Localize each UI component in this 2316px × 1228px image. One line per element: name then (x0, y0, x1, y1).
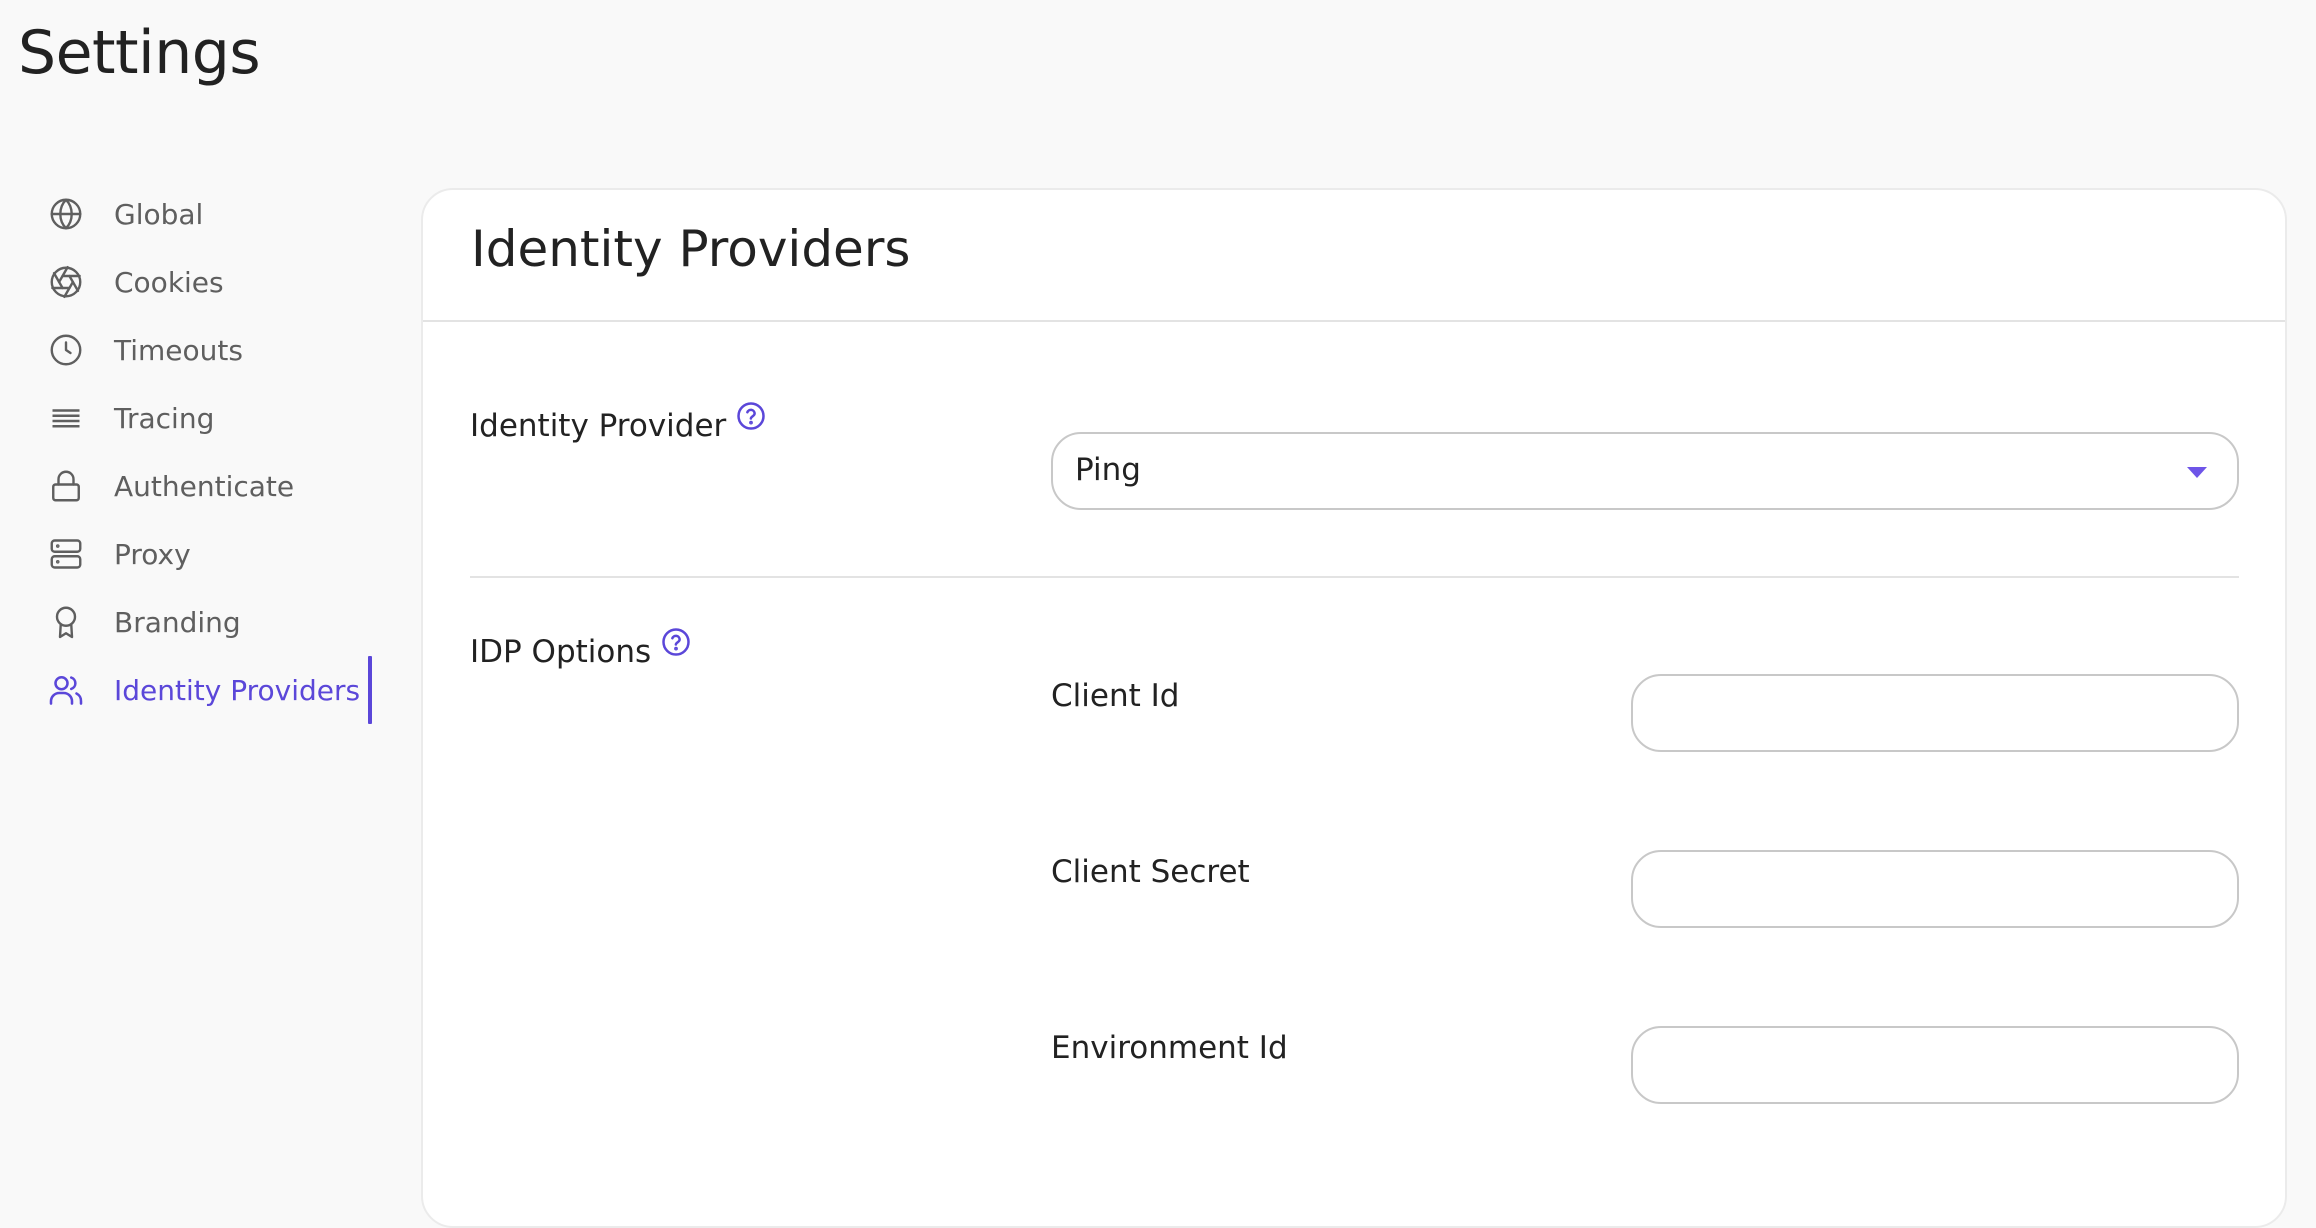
selected-value: Ping (1075, 452, 1141, 488)
sidebar-item-label: Global (114, 197, 204, 231)
award-icon (48, 604, 84, 640)
sidebar-item-identity-providers[interactable]: Identity Providers (0, 656, 380, 724)
identity-provider-label-group: Identity Provider (470, 402, 766, 444)
card-header: Identity Providers (423, 190, 2285, 322)
sidebar-item-cookies[interactable]: Cookies (0, 248, 380, 316)
idp-options-label: IDP Options (470, 634, 652, 670)
lines-icon (48, 400, 84, 436)
sidebar-item-tracing[interactable]: Tracing (0, 384, 380, 452)
sidebar-item-proxy[interactable]: Proxy (0, 520, 380, 588)
client-secret-input[interactable] (1631, 850, 2239, 928)
lock-icon (48, 468, 84, 504)
environment-id-label: Environment Id (1051, 1030, 1288, 1066)
sidebar-item-branding[interactable]: Branding (0, 588, 380, 656)
chevron-down-icon (2187, 467, 2207, 478)
sidebar-item-label: Cookies (114, 265, 224, 299)
sidebar-item-label: Branding (114, 605, 241, 639)
server-icon (48, 536, 84, 572)
help-circle-icon[interactable] (661, 627, 691, 657)
idp-options-label-group: IDP Options (470, 628, 691, 670)
clock-icon (48, 332, 84, 368)
sidebar-item-authenticate[interactable]: Authenticate (0, 452, 380, 520)
aperture-icon (48, 264, 84, 300)
client-id-label: Client Id (1051, 678, 1180, 714)
identity-providers-card: Identity Providers Identity Provider Pin… (421, 188, 2287, 1228)
page-title: Settings (18, 18, 261, 88)
environment-id-input[interactable] (1631, 1026, 2239, 1104)
users-icon (48, 672, 84, 708)
help-circle-icon[interactable] (736, 401, 766, 431)
active-indicator (368, 656, 372, 724)
sidebar-item-label: Identity Providers (114, 673, 361, 707)
section-divider (470, 576, 2239, 578)
sidebar-item-label: Proxy (114, 537, 191, 571)
identity-provider-label: Identity Provider (470, 408, 727, 444)
client-id-input[interactable] (1631, 674, 2239, 752)
identity-provider-select[interactable]: Ping (1051, 432, 2239, 510)
card-title: Identity Providers (471, 220, 911, 278)
client-secret-label: Client Secret (1051, 854, 1250, 890)
sidebar-item-label: Timeouts (114, 333, 243, 367)
sidebar-item-label: Authenticate (114, 469, 295, 503)
globe-icon (48, 196, 84, 232)
sidebar-item-global[interactable]: Global (0, 180, 380, 248)
sidebar-item-timeouts[interactable]: Timeouts (0, 316, 380, 384)
sidebar-item-label: Tracing (114, 401, 215, 435)
